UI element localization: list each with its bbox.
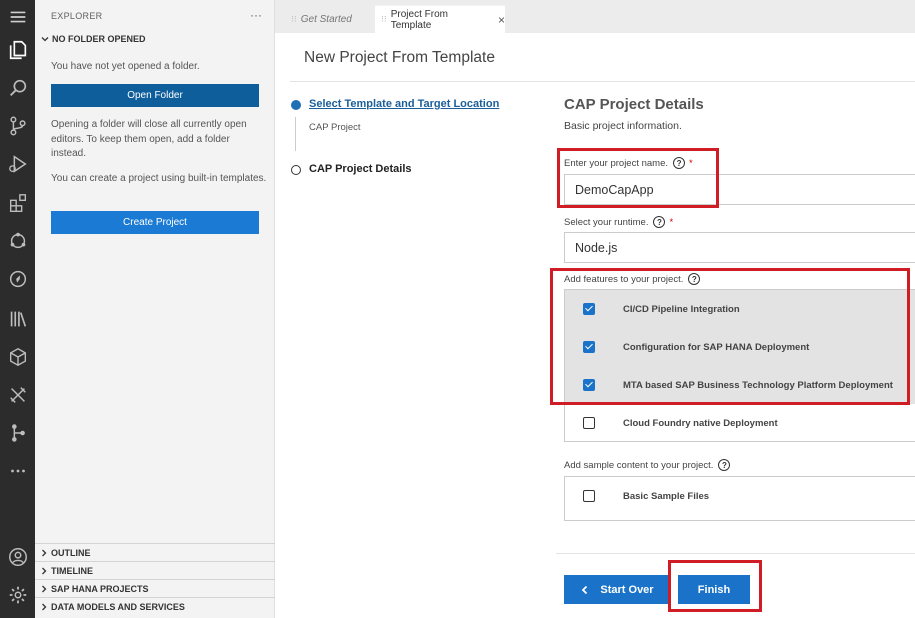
account-icon[interactable] [0,538,35,576]
chevron-down-icon [41,37,49,42]
feature-label: MTA based SAP Business Technology Platfo… [623,379,893,391]
project-name-label: Enter your project name. ? * [564,157,693,169]
pipeline-icon[interactable] [0,414,35,452]
feature-label: Configuration for SAP HANA Deployment [623,341,810,353]
editor-tab-bar: ⁝⁝ Get Started ⁝⁝ Project From Template … [275,0,915,33]
more-icon[interactable] [0,452,35,490]
panel-sap-hana-projects[interactable]: SAP HANA PROJECTS [35,579,275,597]
feature-cloud-foundry[interactable]: Cloud Foundry native Deployment [565,404,915,442]
runtime-select[interactable]: Node.js [564,232,915,263]
help-icon[interactable]: ? [673,157,686,169]
close-icon[interactable]: × [498,13,505,27]
panel-label: OUTLINE [51,547,91,558]
activity-bar [0,0,35,618]
sample-label: Basic Sample Files [623,490,710,502]
step-sublabel: CAP Project [309,122,361,133]
step-cap-project-details[interactable]: CAP Project Details [309,163,412,175]
tools-icon[interactable] [0,376,35,414]
required-marker: * [669,216,674,228]
drag-handle-icon: ⁝⁝ [381,14,387,24]
menu-icon[interactable] [0,0,35,34]
library-icon[interactable] [0,300,35,338]
help-icon[interactable]: ? [688,273,701,285]
finish-button[interactable]: Finish [678,575,750,604]
features-list: CI/CD Pipeline Integration Configuration… [564,289,915,442]
compass-icon[interactable] [0,260,35,298]
start-over-label: Start Over [600,583,654,596]
page-title: New Project From Template [304,49,495,66]
step-select-template[interactable]: Select Template and Target Location [309,98,499,110]
explorer-sidebar: EXPLORER ··· NO FOLDER OPENED You have n… [35,0,275,618]
panel-data-models-and-services[interactable]: DATA MODELS AND SERVICES [35,597,275,615]
open-folder-hint: Opening a folder will close all currentl… [51,119,247,159]
sample-content-label: Add sample content to your project. ? [564,459,731,471]
explorer-title: EXPLORER [51,11,103,21]
panel-outline[interactable]: OUTLINE [35,543,275,561]
source-control-icon[interactable] [0,107,35,145]
runtime-label-text: Select your runtime. [564,216,649,228]
features-label: Add features to your project. ? [564,273,701,285]
drag-handle-icon: ⁝⁝ [291,13,297,24]
window: EXPLORER ··· NO FOLDER OPENED You have n… [0,0,915,618]
step-pending-indicator [291,165,301,175]
chevron-right-icon [42,567,47,574]
section-title: NO FOLDER OPENED [52,34,146,44]
checkbox-unchecked[interactable] [583,417,595,429]
panel-label: TIMELINE [51,565,93,576]
form-title: CAP Project Details [564,96,704,113]
features-label-text: Add features to your project. [564,273,684,285]
checkbox-checked[interactable] [583,341,595,353]
start-over-button[interactable]: Start Over [564,575,670,604]
run-debug-icon[interactable] [0,145,35,183]
feature-cicd[interactable]: CI/CD Pipeline Integration [565,290,915,328]
search-icon[interactable] [0,69,35,107]
checkbox-checked[interactable] [583,379,595,391]
chevron-right-icon [42,549,47,556]
gear-icon[interactable] [0,576,35,614]
open-folder-button[interactable]: Open Folder [51,84,259,107]
sample-content-label-text: Add sample content to your project. [564,459,714,471]
divider [556,553,915,554]
divider [290,81,915,82]
no-folder-section[interactable]: NO FOLDER OPENED [40,34,146,44]
form-subtitle: Basic project information. [564,120,682,132]
required-marker: * [689,157,693,169]
feature-hana[interactable]: Configuration for SAP HANA Deployment [565,328,915,366]
help-icon[interactable]: ? [718,459,731,471]
tab-project-from-template[interactable]: ⁝⁝ Project From Template × [375,5,505,33]
feature-mta[interactable]: MTA based SAP Business Technology Platfo… [565,366,915,404]
panel-label: SAP HANA PROJECTS [51,583,149,594]
feature-label: Cloud Foundry native Deployment [623,417,778,429]
no-folder-message: You have not yet opened a folder. [51,61,200,72]
more-actions-icon[interactable]: ··· [250,8,262,22]
create-project-hint: You can create a project using built-in … [51,173,267,184]
sample-content-list: Basic Sample Files [564,476,915,521]
checkbox-unchecked[interactable] [583,490,595,502]
cube-icon[interactable] [0,338,35,376]
runtime-label: Select your runtime. ? * [564,216,673,228]
extensions-icon[interactable] [0,184,35,222]
checkbox-checked[interactable] [583,303,595,315]
project-name-label-text: Enter your project name. [564,157,669,169]
chevron-right-icon [42,585,47,592]
panel-label: DATA MODELS AND SERVICES [51,601,185,612]
chevron-left-icon [582,585,588,594]
sample-basic-files[interactable]: Basic Sample Files [565,477,915,515]
tab-label: Project From Template [390,8,448,31]
create-project-button[interactable]: Create Project [51,211,259,234]
step-connector [295,117,296,151]
project-name-input[interactable]: DemoCapApp [564,174,915,205]
step-current-indicator [291,100,301,110]
tab-label: Get Started [300,13,352,25]
chevron-right-icon [42,603,47,610]
help-icon[interactable]: ? [653,216,666,228]
remote-icon[interactable] [0,222,35,260]
feature-label: CI/CD Pipeline Integration [623,303,740,315]
tab-get-started[interactable]: ⁝⁝ Get Started [285,5,385,33]
panel-timeline[interactable]: TIMELINE [35,561,275,579]
explorer-icon[interactable] [0,31,35,69]
